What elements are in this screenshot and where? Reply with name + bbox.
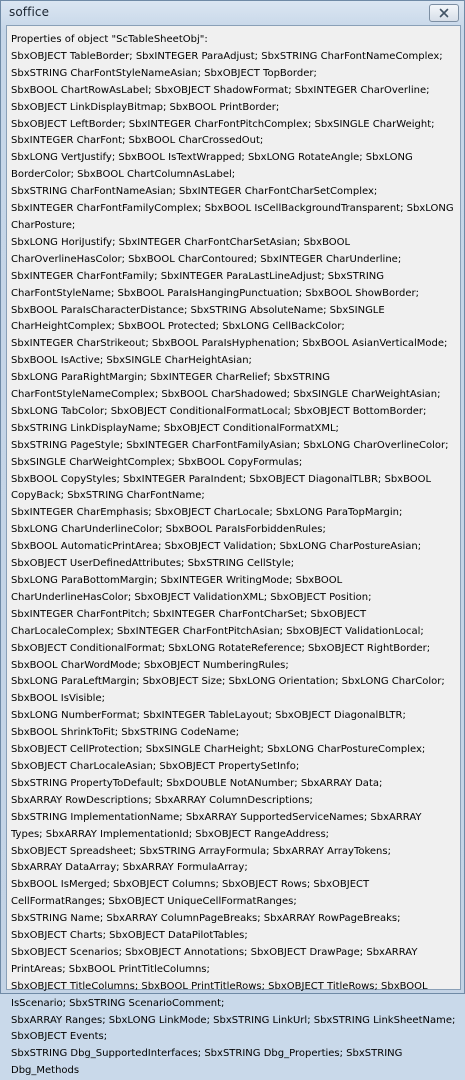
message-line: SbxOBJECT CellProtection; SbxSINGLE Char… <box>11 744 426 756</box>
message-line: SbxBOOL IsMerged; SbxOBJECT Columns; Sbx… <box>11 879 370 908</box>
close-button[interactable] <box>429 4 459 22</box>
message-line: SbxSTRING PropertyToDefault; SbxDOUBLE N… <box>11 777 383 789</box>
message-line: SbxOBJECT CharLocaleAsian; SbxOBJECT Pro… <box>11 760 300 772</box>
message-line: SbxARRAY DataArray; SbxARRAY FormulaArra… <box>11 862 248 874</box>
message-line: SbxBOOL CopyStyles; SbxINTEGER ParaInden… <box>11 473 432 502</box>
message-line: SbxOBJECT TableBorder; SbxINTEGER ParaAd… <box>11 50 443 79</box>
message-line: SbxSTRING ImplementationName; SbxARRAY S… <box>11 811 422 840</box>
message-line: SbxARRAY Ranges; SbxLONG LinkMode; SbxST… <box>11 1014 456 1043</box>
close-icon <box>439 8 449 18</box>
message-line: SbxOBJECT TitleColumns; SbxBOOL PrintTit… <box>11 980 428 1009</box>
message-line: SbxOBJECT UserDefinedAttributes; SbxSTRI… <box>11 558 295 570</box>
message-line: SbxINTEGER CharFontFamilyComplex; SbxBOO… <box>11 203 454 231</box>
message-line: Properties of object "ScTableSheetObj": <box>11 34 208 45</box>
message-line: SbxLONG ParaRightMargin; SbxINTEGER Char… <box>11 372 441 401</box>
message-line: SbxSTRING Name; SbxARRAY ColumnPageBreak… <box>11 913 401 925</box>
message-line: SbxOBJECT LeftBorder; SbxINTEGER CharFon… <box>11 118 435 147</box>
message-line: SbxBOOL AutomaticPrintArea; SbxOBJECT Va… <box>11 541 422 553</box>
message-line: SbxINTEGER CharStrikeout; SbxBOOL ParaIs… <box>11 338 448 367</box>
window-title: soffice <box>9 5 50 19</box>
message-line: SbxBOOL CharWordMode; SbxOBJECT Numberin… <box>11 659 289 671</box>
message-line: SbxBOOL ChartRowAsLabel; SbxOBJECT Shado… <box>11 84 430 113</box>
dialog-client-area: Properties of object "ScTableSheetObj": S… <box>6 25 461 1076</box>
message-line: SbxOBJECT Charts; SbxOBJECT DataPilotTab… <box>11 930 248 942</box>
message-line: SbxARRAY RowDescriptions; SbxARRAY Colum… <box>11 794 313 806</box>
message-line: SbxLONG NumberFormat; SbxINTEGER TableLa… <box>11 710 406 722</box>
message-line: SbxLONG HoriJustify; SbxINTEGER CharFont… <box>11 236 402 265</box>
message-line: SbxBOOL ParaIsCharacterDistance; SbxSTRI… <box>11 304 385 333</box>
message-line: SbxOBJECT ConditionalFormat; SbxLONG Rot… <box>11 642 431 654</box>
message-dialog-window: soffice Properties of object "ScTableShe… <box>0 0 465 1076</box>
message-line: SbxLONG ParaBottomMargin; SbxINTEGER Wri… <box>11 575 372 603</box>
message-line: SbxLONG ParaLeftMargin; SbxOBJECT Size; … <box>11 676 445 705</box>
message-line: SbxLONG CharUnderlineColor; SbxBOOL Para… <box>11 524 326 536</box>
message-line: SbxSTRING CharFontNameAsian; SbxINTEGER … <box>11 186 378 198</box>
message-line: SbxOBJECT Scenarios; SbxOBJECT Annotatio… <box>11 946 418 975</box>
message-line: SbxOBJECT Spreadsheet; SbxSTRING ArrayFo… <box>11 845 391 857</box>
message-line: SbxSTRING Dbg_SupportedInterfaces; SbxST… <box>11 1048 403 1077</box>
message-line: SbxINTEGER CharEmphasis; SbxOBJECT CharL… <box>11 507 403 519</box>
title-bar[interactable]: soffice <box>1 1 464 25</box>
message-line: SbxINTEGER CharFontFamily; SbxINTEGER Pa… <box>11 270 419 299</box>
message-line: SbxSTRING LinkDisplayName; SbxOBJECT Con… <box>11 422 339 434</box>
message-line: SbxSTRING PageStyle; SbxINTEGER CharFont… <box>11 439 449 468</box>
properties-message-text: Properties of object "ScTableSheetObj": S… <box>11 32 456 1080</box>
message-line: SbxLONG VertJustify; SbxBOOL IsTextWrapp… <box>11 152 413 181</box>
message-line: SbxLONG TabColor; SbxOBJECT ConditionalF… <box>11 405 427 417</box>
message-line: SbxBOOL ShrinkToFit; SbxSTRING CodeName; <box>11 727 240 739</box>
message-line: SbxINTEGER CharFontPitch; SbxINTEGER Cha… <box>11 608 424 637</box>
